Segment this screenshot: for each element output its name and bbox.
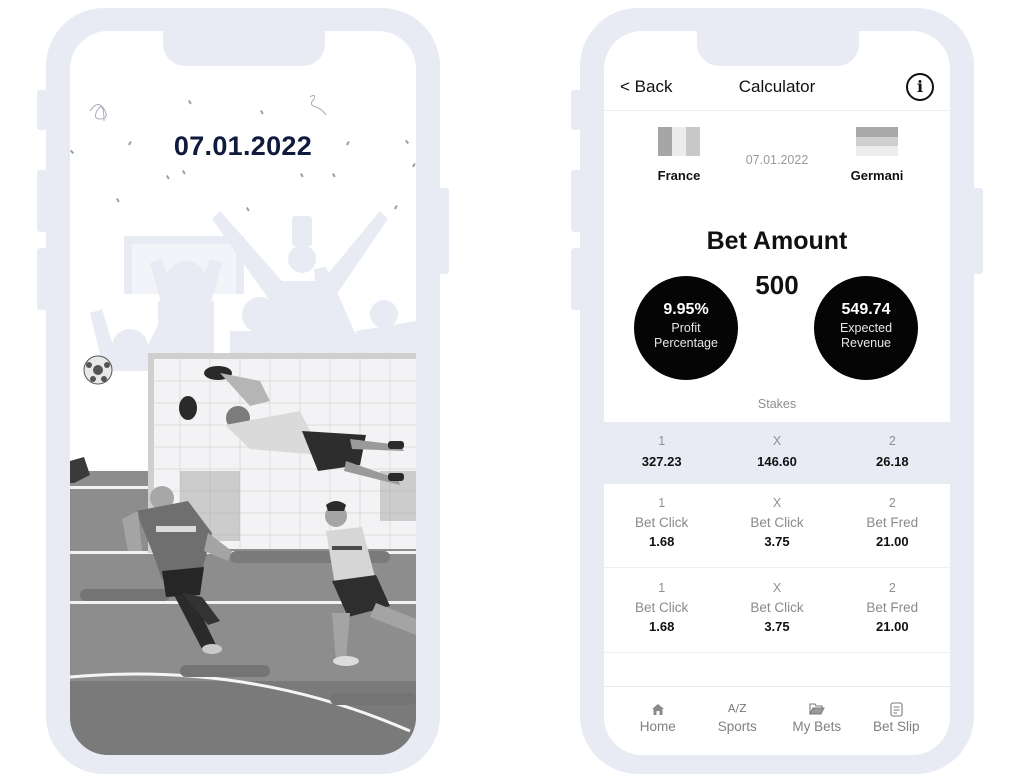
- odds-cell-home[interactable]: 1 Bet Click 1.68: [604, 569, 719, 652]
- france-flag-icon: [658, 127, 700, 156]
- tab-sports[interactable]: A/Z Sports: [698, 687, 778, 755]
- side-button: [37, 248, 47, 310]
- notch: [163, 31, 325, 66]
- tab-label: Bet Slip: [872, 719, 920, 734]
- back-button[interactable]: < Back: [620, 77, 672, 97]
- az-icon: A/Z: [727, 702, 747, 715]
- expected-revenue-label: Expected Revenue: [839, 321, 893, 350]
- outcome-label: 2: [888, 581, 896, 595]
- notch: [697, 31, 859, 66]
- stakes-row: 1 327.23 X 146.60 2 26.18: [604, 422, 950, 484]
- odd-value: 1.68: [649, 619, 675, 634]
- bookmaker-name: Bet Fred: [866, 600, 919, 615]
- streamer: [309, 94, 327, 116]
- outcome-label: 1: [658, 434, 666, 448]
- profit-percentage-label: Profit Percentage: [654, 321, 718, 350]
- bookmaker-name: Bet Click: [750, 515, 804, 530]
- odds-cell-draw[interactable]: X Bet Click 3.75: [719, 569, 834, 652]
- outcome-label: 2: [888, 434, 896, 448]
- stake-cell-draw: X 146.60: [719, 422, 834, 484]
- bookmaker-name: Bet Fred: [866, 515, 919, 530]
- phone-mockup-calculator: < Back Calculator i France 07.01.2022 Ge…: [571, 8, 983, 774]
- outcome-label: 2: [888, 496, 896, 510]
- bookmaker-name: Bet Click: [635, 515, 689, 530]
- odd-value: 1.68: [649, 534, 675, 549]
- side-button: [37, 90, 47, 130]
- tab-label: Sports: [717, 719, 757, 734]
- info-icon[interactable]: i: [906, 73, 934, 101]
- odd-value: 21.00: [876, 619, 909, 634]
- phone-mockup-splash: 07.01.2022: [37, 8, 449, 774]
- outcome-label: X: [772, 581, 782, 595]
- flag-stripe: [672, 127, 686, 156]
- stake-cell-away: 2 26.18: [835, 422, 950, 484]
- stake-value: 327.23: [641, 454, 682, 469]
- outcome-label: X: [772, 496, 782, 510]
- bookmaker-name: Bet Click: [635, 600, 689, 615]
- side-button: [571, 248, 581, 310]
- germany-flag-icon: [856, 127, 898, 157]
- profit-percentage-value: 9.95%: [663, 301, 709, 318]
- flag-stripe: [686, 127, 700, 156]
- away-team: Germani: [822, 127, 932, 183]
- flag-stripe: [658, 127, 672, 156]
- crowd-silhouettes: [90, 211, 416, 371]
- splash-date: 07.01.2022: [173, 131, 313, 161]
- app-header: < Back Calculator i: [604, 67, 950, 111]
- stake-cell-home: 1 327.23: [604, 422, 719, 484]
- tab-bet-slip[interactable]: Bet Slip: [857, 687, 937, 755]
- tab-label: Home: [639, 719, 676, 734]
- stake-value: 146.60: [757, 454, 797, 469]
- odds-row: 1 Bet Click 1.68 X Bet Click 3.75 2 Bet …: [604, 569, 950, 653]
- calculator-screen: < Back Calculator i France 07.01.2022 Ge…: [604, 31, 950, 755]
- tab-label: My Bets: [792, 719, 842, 734]
- outcome-label: X: [772, 434, 782, 448]
- side-button: [571, 170, 581, 232]
- side-button: [37, 170, 47, 232]
- odd-value: 3.75: [764, 534, 790, 549]
- outcome-label: 1: [658, 581, 666, 595]
- flag-stripe: [856, 146, 898, 157]
- tab-my-bets[interactable]: My Bets: [777, 687, 857, 755]
- side-button: [973, 188, 983, 274]
- bet-amount-title: Bet Amount: [706, 227, 848, 255]
- away-team-name: Germani: [850, 168, 904, 183]
- stakes-label: Stakes: [757, 397, 797, 411]
- home-icon: [618, 701, 698, 717]
- odds-cell-draw[interactable]: X Bet Click 3.75: [719, 484, 834, 567]
- match-info: France 07.01.2022 Germani: [604, 127, 950, 197]
- home-team-name: France: [657, 168, 701, 183]
- profit-percentage-badge: 9.95% Profit Percentage: [634, 276, 738, 380]
- expected-revenue-value: 549.74: [841, 301, 891, 318]
- streamer: [89, 104, 107, 122]
- odd-value: 3.75: [764, 619, 790, 634]
- folder-icon: [777, 701, 857, 717]
- bookmaker-name: Bet Click: [750, 600, 804, 615]
- odds-cell-away[interactable]: 2 Bet Fred 21.00: [835, 484, 950, 567]
- odds-cell-home[interactable]: 1 Bet Click 1.68: [604, 484, 719, 567]
- tab-home[interactable]: Home: [618, 687, 698, 755]
- receipt-icon: [857, 701, 937, 717]
- splash-screen: 07.01.2022: [70, 31, 416, 755]
- side-button: [439, 188, 449, 274]
- side-button: [571, 90, 581, 130]
- bottom-tab-bar: Home A/Z Sports My Bets Bet Slip: [604, 686, 950, 755]
- ball: [83, 355, 113, 385]
- expected-revenue-badge: 549.74 Expected Revenue: [814, 276, 918, 380]
- odds-row: 1 Bet Click 1.68 X Bet Click 3.75 2 Bet …: [604, 484, 950, 568]
- odd-value: 21.00: [876, 534, 909, 549]
- odds-cell-away[interactable]: 2 Bet Fred 21.00: [835, 569, 950, 652]
- flag-stripe: [856, 136, 898, 147]
- flag-stripe: [856, 127, 898, 137]
- outcome-label: 1: [658, 496, 666, 510]
- stake-value: 26.18: [876, 454, 909, 469]
